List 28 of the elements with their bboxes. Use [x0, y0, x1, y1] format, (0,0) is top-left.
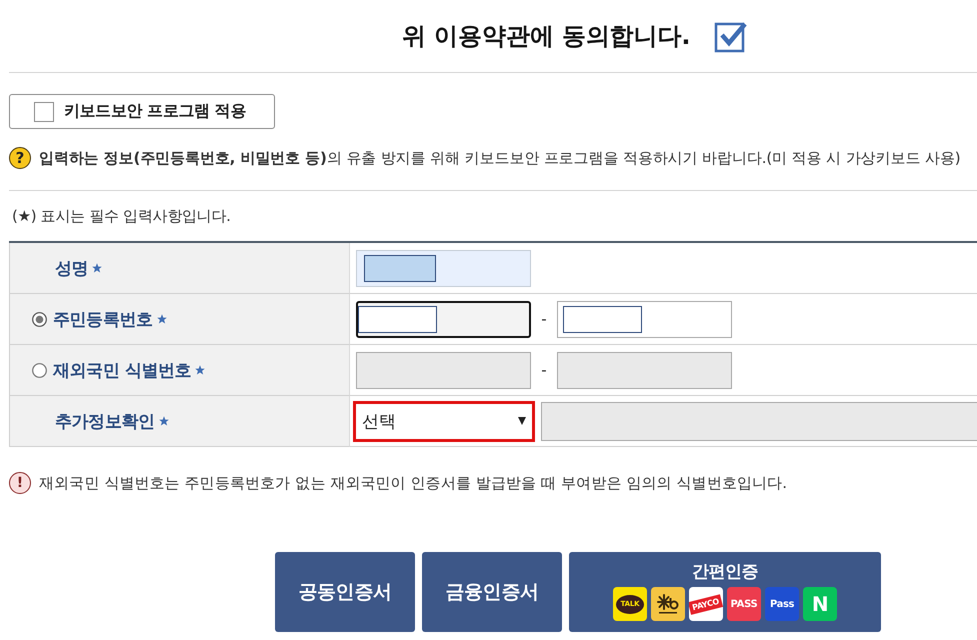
required-note: (★) 표시는 필수 입력사항입니다.	[12, 206, 231, 226]
dash-separator: -	[540, 361, 548, 379]
n-logo: N	[803, 587, 837, 621]
help-icon: ?	[9, 147, 31, 169]
input-field[interactable]	[356, 300, 531, 338]
payco-logo: PAYCO	[689, 587, 723, 621]
checkbox[interactable]	[34, 102, 54, 122]
radio-button[interactable]	[32, 362, 47, 378]
field-label: 주민등록번호	[53, 308, 153, 330]
star-logo-icon	[651, 587, 685, 621]
notice-text: 입력하는 정보(주민등록번호, 비밀번호 등)의 유출 방지를 위해 키보드보안 프로그램을 적용하시기 바랍니다.(미 적용 시 가상키보드 사용)	[39, 148, 961, 168]
radio-button[interactable]	[32, 312, 47, 326]
pass-logo: PASS	[727, 587, 761, 621]
certificate-button[interactable]: 공동인증서	[275, 552, 415, 632]
certificate-button[interactable]: 금융인증서	[422, 552, 562, 632]
field-label: 추가정보확인	[55, 410, 155, 432]
agreement-label: 위 이용약관에 동의합니다.	[402, 21, 690, 52]
pass-logo: Pass	[765, 587, 799, 621]
field-label: 재외국민 식별번호	[53, 360, 192, 382]
input-field[interactable]	[557, 300, 732, 338]
warning-icon: !	[9, 472, 31, 494]
dash-separator: -	[540, 310, 548, 328]
inner-input-box	[364, 254, 436, 282]
warning-text: 재외국민 식별번호는 주민등록번호가 없는 재외국민이 인증서를 발급받을 때 부여받은 임의의 식별번호입니다.	[39, 474, 788, 492]
select-dropdown[interactable]: 선택	[353, 400, 535, 442]
caret-icon	[518, 417, 526, 425]
field-label: 성명	[55, 258, 88, 280]
keyboard-security-button[interactable]: 키보드보안 프로그램 적용	[9, 94, 275, 129]
